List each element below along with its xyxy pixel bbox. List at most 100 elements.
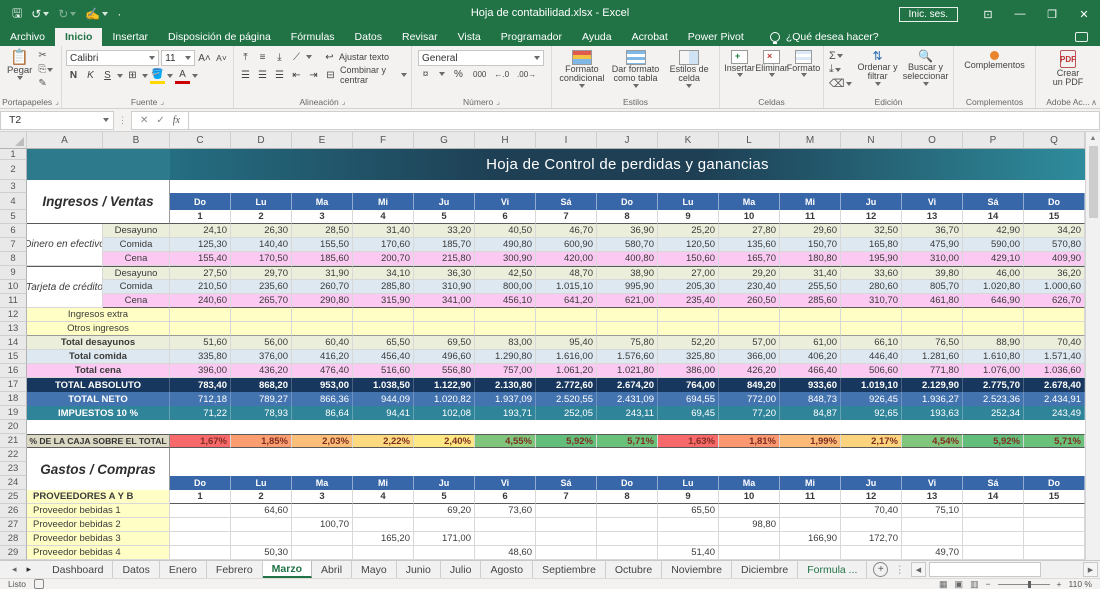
data-cell[interactable]: 69,20 <box>414 504 475 518</box>
data-cell[interactable] <box>231 532 292 546</box>
paste-button[interactable]: 📋 Pegar <box>3 48 36 95</box>
data-cell[interactable]: 31,90 <box>292 266 353 280</box>
accessibility-checker-icon[interactable] <box>34 579 44 589</box>
data-cell[interactable]: 71,22 <box>170 406 231 420</box>
data-cell[interactable]: 75,80 <box>597 336 658 350</box>
conditional-formatting-button[interactable]: Formato condicional <box>555 48 609 95</box>
provider-label[interactable]: Proveedor bebidas 1 <box>27 504 170 518</box>
data-cell[interactable]: 51,40 <box>658 546 719 560</box>
cancel-icon[interactable]: ✕ <box>140 115 148 126</box>
row-header-16[interactable]: 16 <box>0 364 27 378</box>
data-cell[interactable]: 32,50 <box>841 224 902 238</box>
data-cell[interactable]: 31,40 <box>780 266 841 280</box>
data-cell[interactable]: 1.020,82 <box>414 392 475 406</box>
data-cell[interactable] <box>597 308 658 322</box>
data-cell[interactable] <box>170 322 231 336</box>
blank-row[interactable] <box>170 448 1085 462</box>
data-cell[interactable]: 646,90 <box>963 294 1024 308</box>
data-cell[interactable]: 165,70 <box>719 252 780 266</box>
row-header-29[interactable]: 29 <box>0 546 27 560</box>
data-cell[interactable]: 409,90 <box>1024 252 1085 266</box>
day-number[interactable]: 8 <box>597 210 658 224</box>
day-number[interactable]: 11 <box>780 490 841 504</box>
data-cell[interactable]: 446,40 <box>841 350 902 364</box>
data-cell[interactable]: 376,00 <box>231 350 292 364</box>
data-cell[interactable]: 600,90 <box>536 238 597 252</box>
data-cell[interactable]: 386,00 <box>658 364 719 378</box>
restore-button[interactable]: ❐ <box>1036 0 1068 28</box>
data-cell[interactable]: 456,40 <box>353 350 414 364</box>
data-cell[interactable]: 166,90 <box>780 532 841 546</box>
zoom-out-icon[interactable]: − <box>986 579 991 589</box>
data-cell[interactable] <box>170 504 231 518</box>
data-cell[interactable] <box>963 322 1024 336</box>
data-cell[interactable] <box>1024 518 1085 532</box>
select-all-corner[interactable] <box>0 132 27 149</box>
collapse-ribbon-icon[interactable]: ∧ <box>1091 98 1097 107</box>
data-cell[interactable] <box>536 518 597 532</box>
data-cell[interactable]: 52,20 <box>658 336 719 350</box>
data-cell[interactable] <box>658 518 719 532</box>
day-number[interactable]: 2 <box>231 210 292 224</box>
zoom-level[interactable]: 110 % <box>1069 579 1092 589</box>
data-cell[interactable]: 193,63 <box>902 406 963 420</box>
data-cell[interactable]: 789,27 <box>231 392 292 406</box>
data-cell[interactable] <box>536 322 597 336</box>
row-header-21[interactable]: 21 <box>0 434 27 448</box>
data-cell[interactable]: 185,70 <box>414 238 475 252</box>
normal-view-icon[interactable]: ▦ <box>939 579 948 590</box>
percent-cell[interactable]: 4,55% <box>475 434 536 448</box>
data-cell[interactable]: 461,80 <box>902 294 963 308</box>
customize-qat-icon[interactable]: · <box>117 7 121 21</box>
data-cell[interactable]: 2.775,70 <box>963 378 1024 392</box>
data-cell[interactable] <box>841 518 902 532</box>
enter-icon[interactable]: ✓ <box>156 115 164 126</box>
data-cell[interactable]: 2.678,40 <box>1024 378 1085 392</box>
data-cell[interactable]: 1.937,09 <box>475 392 536 406</box>
data-cell[interactable]: 580,70 <box>597 238 658 252</box>
data-cell[interactable]: 260,50 <box>719 294 780 308</box>
data-cell[interactable] <box>353 308 414 322</box>
data-cell[interactable]: 712,18 <box>170 392 231 406</box>
data-cell[interactable] <box>1024 322 1085 336</box>
data-cell[interactable]: 56,00 <box>231 336 292 350</box>
data-cell[interactable] <box>841 546 902 560</box>
data-cell[interactable]: 429,10 <box>963 252 1024 266</box>
data-cell[interactable]: 416,20 <box>292 350 353 364</box>
data-cell[interactable]: 1.616,00 <box>536 350 597 364</box>
row-header-24[interactable]: 24 <box>0 476 27 490</box>
row-header-12[interactable]: 12 <box>0 308 27 322</box>
data-cell[interactable]: 73,60 <box>475 504 536 518</box>
row-header-19[interactable]: 19 <box>0 406 27 420</box>
data-cell[interactable]: 57,00 <box>719 336 780 350</box>
increase-decimal-icon[interactable]: ←.0 <box>493 67 510 81</box>
day-number[interactable]: 9 <box>658 490 719 504</box>
data-cell[interactable]: 65,50 <box>353 336 414 350</box>
data-cell[interactable]: 2.431,09 <box>597 392 658 406</box>
save-icon[interactable]: 🖫 <box>12 4 22 25</box>
row-header-14[interactable]: 14 <box>0 336 27 350</box>
day-number[interactable]: 12 <box>841 210 902 224</box>
clear-icon[interactable]: ⌫ <box>829 77 852 90</box>
data-cell[interactable]: 2.674,20 <box>597 378 658 392</box>
data-cell[interactable]: 1.281,60 <box>902 350 963 364</box>
data-cell[interactable]: 36,30 <box>414 266 475 280</box>
data-cell[interactable]: 78,93 <box>231 406 292 420</box>
data-cell[interactable]: 42,90 <box>963 224 1024 238</box>
shrink-font-icon[interactable]: A˅ <box>214 51 229 65</box>
data-cell[interactable]: 325,80 <box>658 350 719 364</box>
data-cell[interactable]: 300,90 <box>475 252 536 266</box>
data-cell[interactable]: 150,70 <box>780 238 841 252</box>
data-cell[interactable] <box>597 322 658 336</box>
data-cell[interactable]: 102,08 <box>414 406 475 420</box>
data-cell[interactable]: 1.122,90 <box>414 378 475 392</box>
percent-cell[interactable]: 1,99% <box>780 434 841 448</box>
data-cell[interactable]: 255,50 <box>780 280 841 294</box>
day-number[interactable]: 2 <box>231 490 292 504</box>
data-cell[interactable] <box>780 546 841 560</box>
day-number[interactable]: 6 <box>475 490 536 504</box>
data-cell[interactable]: 868,20 <box>231 378 292 392</box>
row-header-5[interactable]: 5 <box>0 210 27 224</box>
vertical-scrollbar[interactable]: ▲ <box>1085 132 1100 560</box>
ribbon-tab-programador[interactable]: Programador <box>491 28 572 46</box>
